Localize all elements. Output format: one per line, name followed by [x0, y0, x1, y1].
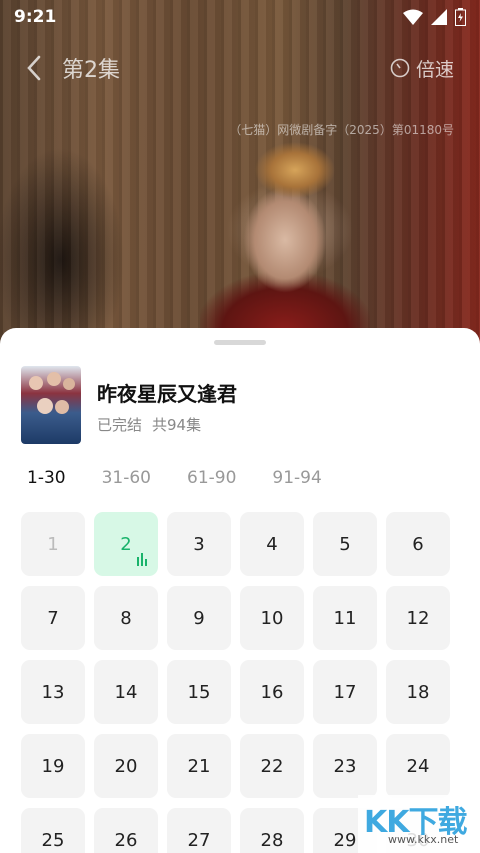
watermark-url: www.kkx.net [388, 833, 459, 846]
episode-button-current[interactable]: 2 [94, 512, 158, 576]
tab-range-1-30[interactable]: 1-30 [27, 468, 66, 488]
episode-count: 共94集 [152, 416, 202, 434]
episode-title: 第2集 [62, 58, 120, 83]
video-frame-figure [200, 180, 370, 345]
episode-number: 21 [187, 755, 211, 777]
episode-button[interactable]: 23 [313, 734, 377, 798]
episode-button[interactable]: 15 [167, 660, 231, 724]
registration-number: （七猫）网微剧备字（2025）第01180号 [229, 123, 454, 137]
drama-meta: 已完结 共94集 [97, 414, 201, 435]
episode-button[interactable]: 24 [386, 734, 450, 798]
episode-number: 12 [406, 607, 430, 629]
episode-button[interactable]: 25 [21, 808, 85, 853]
episode-number: 1 [47, 533, 59, 555]
episode-selector-sheet: 昨夜星辰又逢君 已完结 共94集 1-30 31-60 61-90 91-94 … [0, 328, 480, 853]
wifi-icon [403, 9, 423, 25]
episode-button[interactable]: 7 [21, 586, 85, 650]
episode-button[interactable]: 13 [21, 660, 85, 724]
episode-number: 17 [333, 681, 357, 703]
back-button[interactable] [26, 55, 56, 81]
episode-button[interactable]: 4 [240, 512, 304, 576]
now-playing-icon [137, 553, 147, 566]
episode-number: 27 [187, 829, 211, 851]
episode-number: 25 [41, 829, 65, 851]
episode-number: 9 [193, 607, 205, 629]
episode-button[interactable]: 20 [94, 734, 158, 798]
episode-number: 13 [41, 681, 65, 703]
episode-number: 18 [406, 681, 430, 703]
speed-label: 倍速 [415, 58, 454, 81]
status-time: 9:21 [14, 7, 57, 27]
battery-icon [455, 8, 466, 26]
episode-button[interactable]: 14 [94, 660, 158, 724]
episode-number: 11 [333, 607, 357, 629]
drama-cover-image [21, 366, 81, 444]
episode-button[interactable]: 10 [240, 586, 304, 650]
episode-number: 19 [41, 755, 65, 777]
episode-number: 3 [193, 533, 205, 555]
episode-number: 8 [120, 607, 132, 629]
drag-handle[interactable] [214, 340, 266, 345]
episode-number: 20 [114, 755, 138, 777]
episode-number: 14 [114, 681, 138, 703]
status-bar: 9:21 [0, 0, 480, 34]
episode-number: 16 [260, 681, 284, 703]
episode-button[interactable]: 8 [94, 586, 158, 650]
episode-number: 10 [260, 607, 284, 629]
episode-button[interactable]: 18 [386, 660, 450, 724]
episode-button[interactable]: 12 [386, 586, 450, 650]
signal-icon [431, 9, 447, 25]
episode-button[interactable]: 9 [167, 586, 231, 650]
episode-number: 2 [120, 533, 132, 555]
drama-title: 昨夜星辰又逢君 [97, 382, 237, 406]
episode-number: 15 [187, 681, 211, 703]
episode-number: 7 [47, 607, 59, 629]
episode-button[interactable]: 6 [386, 512, 450, 576]
drama-status: 已完结 [97, 416, 143, 434]
video-header: 第2集 倍速 [0, 48, 480, 88]
episode-number: 29 [333, 829, 357, 851]
episode-button[interactable]: 21 [167, 734, 231, 798]
site-watermark: KK下载 www.kkx.net [358, 795, 480, 853]
tab-range-91-94[interactable]: 91-94 [272, 468, 321, 488]
episode-number: 26 [114, 829, 138, 851]
episode-button[interactable]: 11 [313, 586, 377, 650]
episode-button[interactable]: 27 [167, 808, 231, 853]
playback-speed-button[interactable]: 倍速 [390, 55, 454, 82]
episode-button[interactable]: 5 [313, 512, 377, 576]
episode-button[interactable]: 28 [240, 808, 304, 853]
episode-number: 5 [339, 533, 351, 555]
speed-gauge-icon [390, 58, 410, 78]
episode-number: 6 [412, 533, 424, 555]
episode-number: 24 [406, 755, 430, 777]
episode-number: 4 [266, 533, 278, 555]
episode-button[interactable]: 3 [167, 512, 231, 576]
video-frame-headdress [255, 140, 335, 200]
episode-button[interactable]: 26 [94, 808, 158, 853]
chevron-left-icon [27, 55, 41, 81]
tab-range-61-90[interactable]: 61-90 [187, 468, 236, 488]
episode-button[interactable]: 22 [240, 734, 304, 798]
episode-button[interactable]: 1 [21, 512, 85, 576]
episode-number: 22 [260, 755, 284, 777]
episode-button[interactable]: 16 [240, 660, 304, 724]
status-icons [403, 8, 466, 26]
episode-range-tabs: 1-30 31-60 61-90 91-94 [27, 468, 358, 488]
episode-button[interactable]: 17 [313, 660, 377, 724]
episode-button[interactable]: 19 [21, 734, 85, 798]
episode-number: 28 [260, 829, 284, 851]
episode-number: 23 [333, 755, 357, 777]
tab-range-31-60[interactable]: 31-60 [102, 468, 151, 488]
